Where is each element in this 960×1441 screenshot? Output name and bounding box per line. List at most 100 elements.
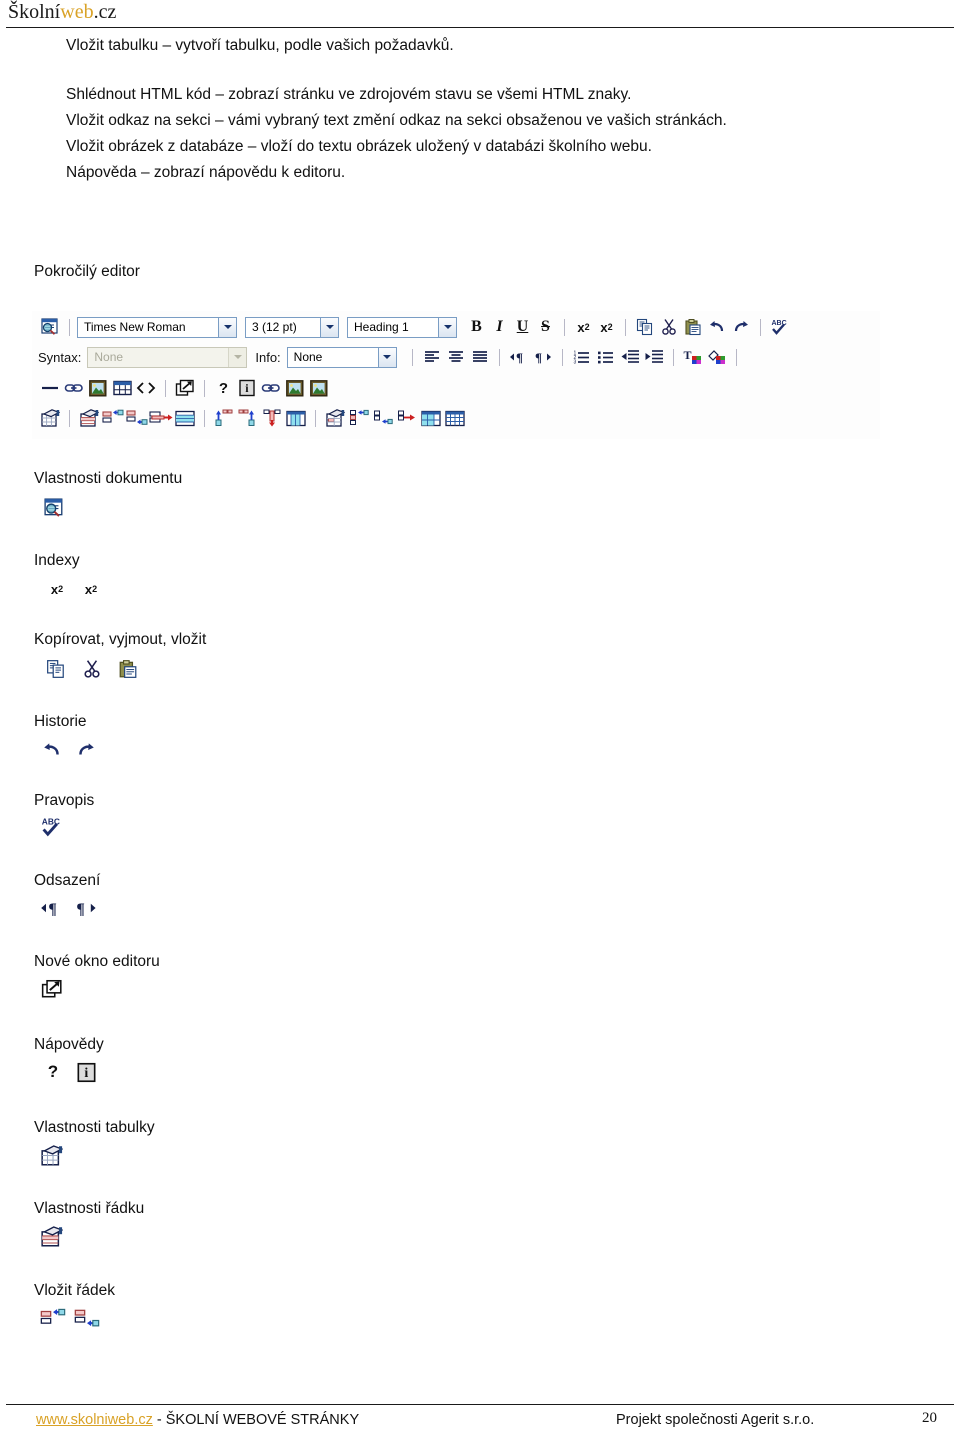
cut-icon[interactable]	[657, 316, 681, 338]
document-properties-icon[interactable]	[40, 496, 68, 520]
toolbar-separator	[165, 379, 166, 397]
redo-icon[interactable]	[72, 738, 100, 762]
italic-button[interactable]: I	[488, 316, 511, 338]
view-html-source-icon[interactable]	[134, 377, 158, 399]
svg-text:¶: ¶	[516, 350, 523, 365]
subscript-button[interactable]: x2	[40, 578, 74, 600]
chevron-down-icon[interactable]	[377, 347, 396, 367]
paste-icon[interactable]	[114, 657, 142, 681]
paste-icon[interactable]	[681, 316, 705, 338]
outdent-icon[interactable]	[618, 346, 642, 368]
insert-row-above-icon[interactable]	[101, 407, 125, 429]
toolbar-row-paragraph: Syntax: None Info: None ¶ ¶ 1 2 3 T	[38, 344, 744, 370]
split-cells-icon[interactable]	[443, 407, 467, 429]
subscript-button[interactable]: x2	[572, 316, 595, 338]
chevron-down-icon[interactable]	[438, 317, 456, 337]
syntax-select[interactable]: None	[87, 346, 248, 368]
intro-line-2: Shlédnout HTML kód – zobrazí stránku ve …	[66, 86, 632, 103]
insert-cell-before-icon[interactable]	[347, 407, 371, 429]
select-column-icon[interactable]	[284, 407, 308, 429]
insert-table-icon[interactable]	[110, 377, 134, 399]
font-family-value: Times New Roman	[84, 320, 186, 334]
undo-icon[interactable]	[705, 316, 729, 338]
font-family-select[interactable]: Times New Roman	[77, 316, 237, 338]
chevron-down-icon[interactable]	[228, 347, 247, 367]
align-justify-icon[interactable]	[468, 346, 492, 368]
icons-spelling: ABC	[38, 815, 66, 839]
heading-help: Nápovědy	[34, 1036, 104, 1053]
spellcheck-icon[interactable]: ABC	[38, 815, 66, 839]
direction-rtl-icon[interactable]: ¶	[531, 346, 555, 368]
direction-ltr-icon[interactable]: ¶	[507, 346, 531, 368]
superscript-button[interactable]: x2	[74, 578, 108, 600]
insert-row-below-icon[interactable]	[125, 407, 149, 429]
chevron-down-icon[interactable]	[218, 317, 236, 337]
underline-button[interactable]: U	[511, 316, 534, 338]
insert-image-upload-icon[interactable]	[283, 377, 307, 399]
chevron-down-icon[interactable]	[320, 317, 338, 337]
paragraph-style-select[interactable]: Heading 1	[347, 316, 457, 338]
icons-document-properties	[40, 496, 68, 520]
intro-text-block: Vložit tabulku – vytvoří tabulku, podle …	[66, 33, 946, 186]
insert-column-left-icon[interactable]	[212, 407, 236, 429]
background-color-icon[interactable]	[705, 346, 729, 368]
table-properties-icon[interactable]	[38, 1143, 66, 1167]
help-info-icon[interactable]: i	[235, 377, 259, 399]
align-left-icon[interactable]	[420, 346, 444, 368]
unordered-list-icon[interactable]	[594, 346, 618, 368]
copy-icon[interactable]	[633, 316, 657, 338]
row-properties-icon[interactable]	[77, 407, 101, 429]
insert-image-from-database-icon[interactable]	[307, 377, 331, 399]
undo-icon[interactable]	[38, 738, 66, 762]
new-editor-window-icon[interactable]	[38, 977, 66, 1001]
font-size-select[interactable]: 3 (12 pt)	[245, 316, 339, 338]
indent-icon[interactable]	[642, 346, 666, 368]
text-color-icon[interactable]: T	[681, 346, 705, 368]
svg-text:ABC: ABC	[772, 320, 787, 327]
select-row-icon[interactable]	[173, 407, 197, 429]
insert-image-icon[interactable]	[86, 377, 110, 399]
help-question-icon[interactable]: ?	[40, 1061, 66, 1083]
insert-row-below-icon[interactable]	[70, 1306, 104, 1330]
toolbar-separator	[672, 348, 674, 366]
insert-section-link-icon[interactable]	[259, 377, 283, 399]
cut-icon[interactable]	[78, 657, 106, 681]
info-select[interactable]: None	[286, 346, 397, 368]
document-properties-icon[interactable]	[38, 316, 62, 338]
delete-row-icon[interactable]	[149, 407, 173, 429]
bold-button[interactable]: B	[465, 316, 488, 338]
heading-new-editor-window: Nové okno editoru	[34, 953, 160, 970]
site-logo: Školníweb.cz	[8, 1, 116, 24]
toolbar-separator	[760, 318, 761, 336]
direction-ltr-icon[interactable]: ¶	[38, 896, 66, 920]
insert-cell-after-icon[interactable]	[371, 407, 395, 429]
delete-cell-icon[interactable]	[395, 407, 419, 429]
align-center-icon[interactable]	[444, 346, 468, 368]
toolbar-separator	[69, 318, 70, 336]
cell-properties-icon[interactable]	[323, 407, 347, 429]
spellcheck-icon[interactable]: ABC	[768, 316, 792, 338]
toolbar-row-insert: ? i	[38, 375, 331, 401]
strikethrough-button[interactable]: S	[534, 316, 557, 338]
superscript-button[interactable]: x2	[595, 316, 618, 338]
heading-history: Historie	[34, 713, 87, 730]
insert-row-above-icon[interactable]	[36, 1306, 70, 1330]
font-size-value: 3 (12 pt)	[252, 320, 297, 334]
header-divider	[6, 27, 954, 28]
help-question-icon[interactable]: ?	[212, 377, 235, 399]
delete-column-icon[interactable]	[260, 407, 284, 429]
footer-site-link[interactable]: www.skolniweb.cz	[36, 1412, 153, 1428]
direction-rtl-icon[interactable]: ¶	[72, 896, 100, 920]
table-properties-icon[interactable]	[38, 407, 62, 429]
merge-cells-icon[interactable]	[419, 407, 443, 429]
help-info-icon[interactable]: i	[72, 1060, 100, 1084]
icons-row-properties	[38, 1224, 66, 1248]
new-editor-window-icon[interactable]	[173, 377, 197, 399]
horizontal-rule-icon[interactable]	[38, 377, 62, 399]
insert-link-icon[interactable]	[62, 377, 86, 399]
ordered-list-icon[interactable]: 1 2 3	[570, 346, 594, 368]
insert-column-right-icon[interactable]	[236, 407, 260, 429]
row-properties-icon[interactable]	[38, 1224, 66, 1248]
redo-icon[interactable]	[729, 316, 753, 338]
copy-icon[interactable]	[42, 657, 70, 681]
